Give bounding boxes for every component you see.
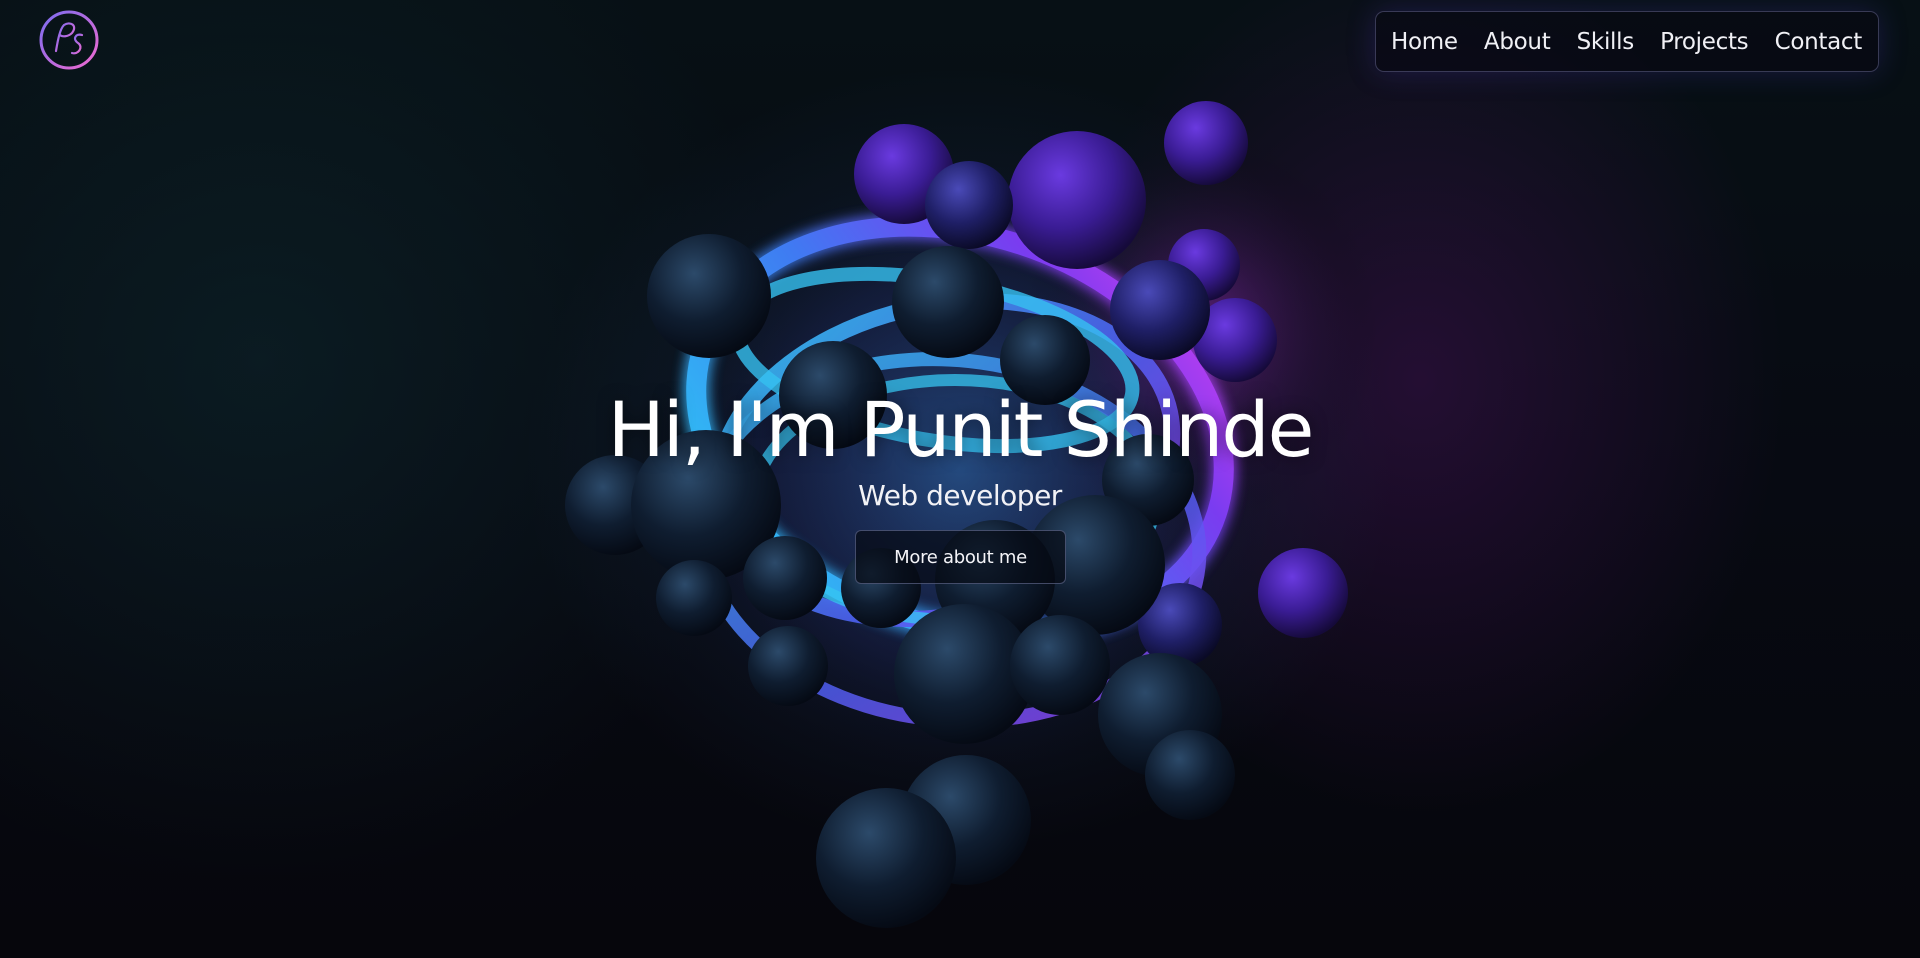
nav-link-projects[interactable]: Projects — [1660, 29, 1749, 55]
hero-page: Home About Skills Projects Contact Hi, I… — [0, 0, 1920, 958]
nav-link-contact[interactable]: Contact — [1775, 29, 1863, 55]
main-navigation: Home About Skills Projects Contact — [1375, 11, 1879, 72]
ps-monogram-logo[interactable] — [38, 9, 100, 71]
hero-subtitle: Web developer — [858, 479, 1062, 512]
hero-title: Hi, I'm Punit Shinde — [607, 385, 1315, 474]
nav-link-about[interactable]: About — [1484, 29, 1551, 55]
nav-link-skills[interactable]: Skills — [1577, 29, 1635, 55]
nav-link-home[interactable]: Home — [1391, 29, 1458, 55]
more-about-me-button[interactable]: More about me — [855, 530, 1066, 584]
